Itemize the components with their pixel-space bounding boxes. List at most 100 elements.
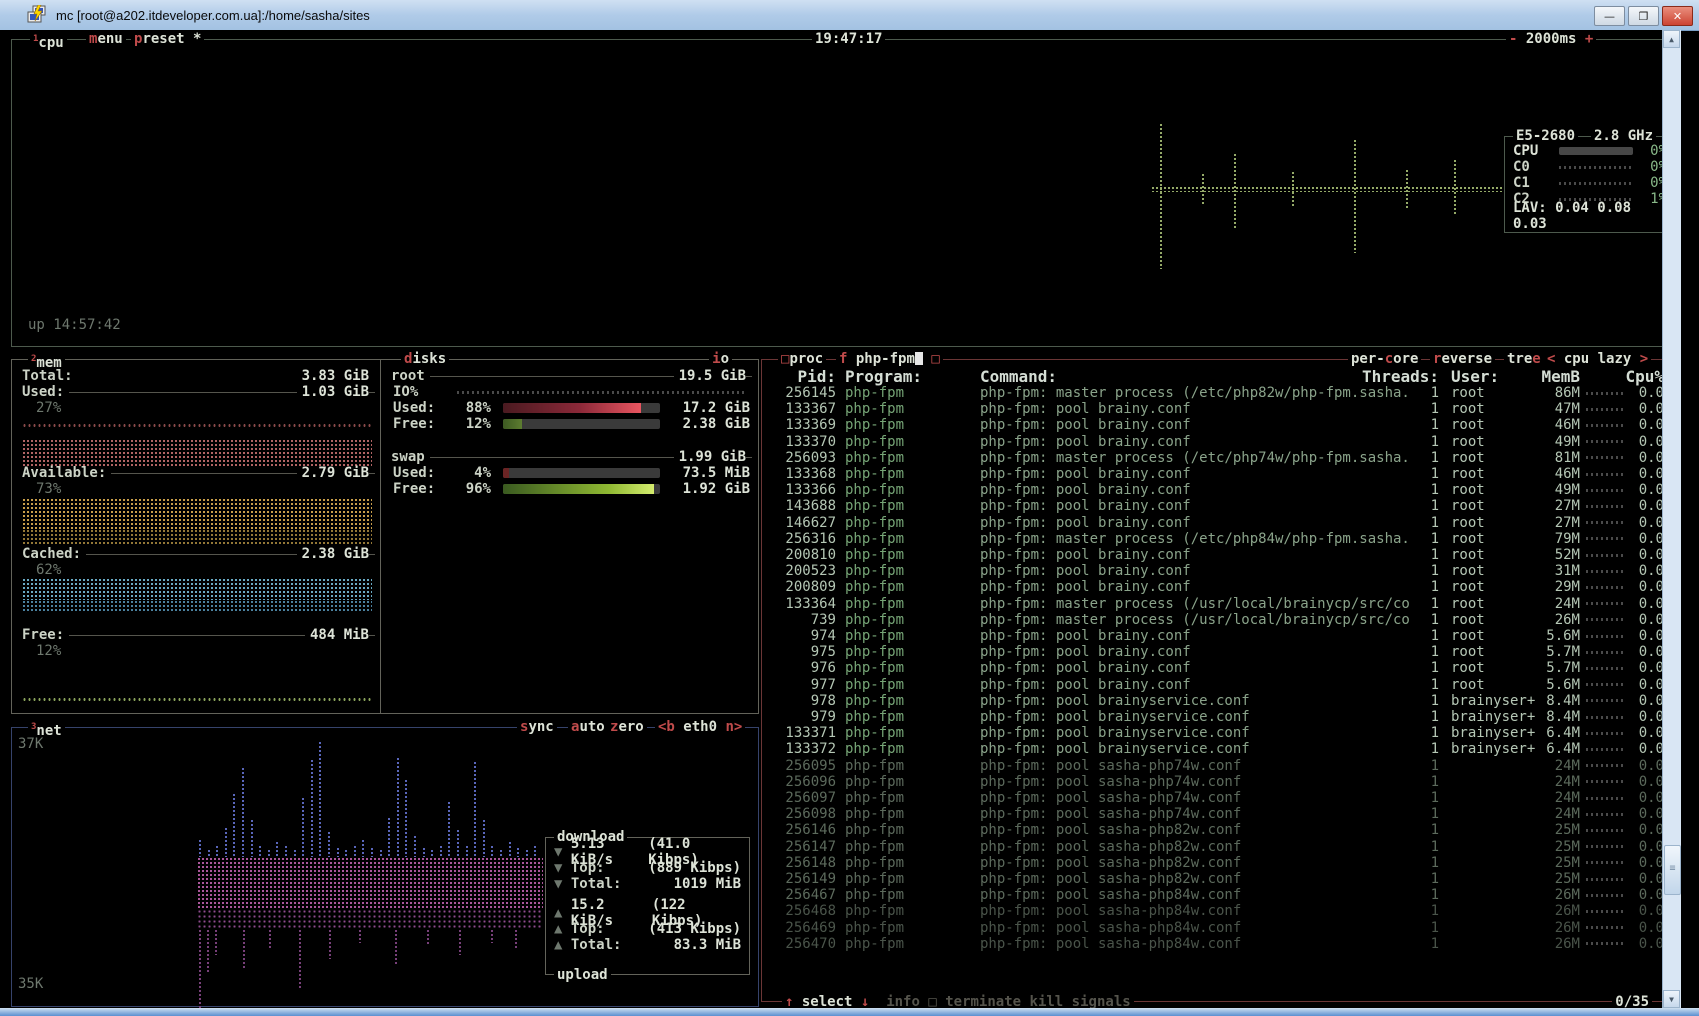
proc-row[interactable]: 976php-fpmphp-fpm: pool brainy.conf1root…	[770, 660, 1664, 676]
proc-table-header: Pid: Program: Command: Threads: User: Me…	[770, 368, 1664, 384]
proc-box: □proc f php-fpm □ per-core reverse tree …	[761, 359, 1677, 1002]
proc-row[interactable]: 978php-fpmphp-fpm: pool brainyservice.co…	[770, 693, 1664, 709]
filter-clear-button[interactable]: □	[931, 351, 939, 367]
proc-row[interactable]: 133370php-fpmphp-fpm: pool brainy.conf1r…	[770, 434, 1664, 450]
disk-root-used-row: Used:88% 17.2 GiB	[393, 400, 750, 416]
proc-row[interactable]: 256470php-fpmphp-fpm: pool sasha-php84w.…	[770, 936, 1664, 952]
proc-row[interactable]: 143688php-fpmphp-fpm: pool brainy.conf1r…	[770, 498, 1664, 514]
proc-row[interactable]: 133371php-fpmphp-fpm: pool brainyservice…	[770, 725, 1664, 741]
close-button[interactable]: ✕	[1662, 6, 1693, 26]
proc-row[interactable]: 256149php-fpmphp-fpm: pool sasha-php82w.…	[770, 871, 1664, 887]
mem-box[interactable]: 2mem Total:3.83 GiB Used:1.03 GiB 27% Av…	[11, 359, 382, 714]
proc-box-title[interactable]: □proc	[778, 351, 826, 367]
upload-arrow-icon: ▲	[554, 905, 562, 921]
mem-free-pct: 12%	[36, 643, 61, 659]
interval-control: - 2000ms +	[1506, 31, 1596, 47]
mem-cached-row: Cached:2.38 GiB	[22, 546, 375, 562]
proc-row[interactable]: 256468php-fpmphp-fpm: pool sasha-php84w.…	[770, 903, 1664, 919]
net-interface-switch[interactable]: <b eth0 n>	[655, 719, 745, 735]
proc-row[interactable]: 256469php-fpmphp-fpm: pool sasha-php84w.…	[770, 920, 1664, 936]
scroll-up-button[interactable]: ▲	[1663, 30, 1680, 48]
download-arrow-icon: ▼	[554, 844, 562, 860]
proc-row[interactable]: 256096php-fpmphp-fpm: pool sasha-php74w.…	[770, 774, 1664, 790]
reverse-toggle[interactable]: reverse	[1430, 351, 1495, 367]
load-average: LAV: 0.04 0.08 0.03	[1513, 200, 1667, 232]
proc-filter-input[interactable]: f php-fpm □	[836, 351, 943, 367]
proc-row[interactable]: 975php-fpmphp-fpm: pool brainy.conf1root…	[770, 644, 1664, 660]
percore-toggle[interactable]: per-core	[1348, 351, 1421, 367]
sort-right-arrow[interactable]: >	[1640, 351, 1648, 367]
window-bottom-border	[0, 1008, 1699, 1016]
titlebar[interactable]: mc [root@a202.itdeveloper.com.ua]:/home/…	[0, 0, 1699, 31]
sort-selector[interactable]: < cpu lazy >	[1544, 351, 1651, 367]
preset-button[interactable]: preset *	[131, 31, 204, 47]
proc-row[interactable]: 256095php-fpmphp-fpm: pool sasha-php74w.…	[770, 758, 1664, 774]
putty-app-icon	[26, 5, 48, 25]
terminal-area: 1cpu menu preset * 19:47:17 - 2000ms + E…	[0, 30, 1681, 1008]
menu-button[interactable]: menu	[86, 31, 126, 47]
proc-row[interactable]: 200809php-fpmphp-fpm: pool brainy.conf1r…	[770, 579, 1664, 595]
net-stats-box: download upload ▼ 5.13 KiB/s(41.0 Kibps)…	[545, 837, 750, 975]
proc-row[interactable]: 133372php-fpmphp-fpm: pool brainyservice…	[770, 741, 1664, 757]
proc-row[interactable]: 133368php-fpmphp-fpm: pool brainy.conf1r…	[770, 466, 1664, 482]
proc-row[interactable]: 133366php-fpmphp-fpm: pool brainy.conf1r…	[770, 482, 1664, 498]
proc-row[interactable]: 977php-fpmphp-fpm: pool brainy.conf1root…	[770, 677, 1664, 693]
mem-free-row: Free:484 MiB	[22, 627, 375, 643]
proc-row[interactable]: 979php-fpmphp-fpm: pool brainyservice.co…	[770, 709, 1664, 725]
mem-total-value: 3.83 GiB	[302, 368, 369, 384]
net-zero-toggle[interactable]: zero	[607, 719, 647, 735]
proc-row[interactable]: 256316php-fpmphp-fpm: master process (/e…	[770, 531, 1664, 547]
mem-cached-graph	[22, 578, 372, 600]
cpu-freq: 2.8 GHz	[1591, 128, 1656, 144]
tree-toggle[interactable]: tree	[1504, 351, 1544, 367]
minimize-button[interactable]: —	[1594, 6, 1625, 26]
proc-row[interactable]: 200810php-fpmphp-fpm: pool brainy.conf1r…	[770, 547, 1664, 563]
proc-row[interactable]: 256147php-fpmphp-fpm: pool sasha-php82w.…	[770, 839, 1664, 855]
mem-used-graph	[22, 439, 372, 468]
proc-row[interactable]: 200523php-fpmphp-fpm: pool brainy.conf1r…	[770, 563, 1664, 579]
proc-row[interactable]: 739php-fpmphp-fpm: master process (/usr/…	[770, 612, 1664, 628]
putty-window: mc [root@a202.itdeveloper.com.ua]:/home/…	[0, 0, 1699, 1016]
net-upload-graph	[197, 857, 543, 909]
proc-row[interactable]: 256148php-fpmphp-fpm: pool sasha-php82w.…	[770, 855, 1664, 871]
proc-row[interactable]: 133364php-fpmphp-fpm: master process (/u…	[770, 596, 1664, 612]
net-sync-toggle[interactable]: sync	[517, 719, 557, 735]
mem-total-label: Total:	[22, 368, 73, 384]
upload-title: upload	[554, 967, 611, 983]
text-cursor	[915, 352, 923, 365]
window-title: mc [root@a202.itdeveloper.com.ua]:/home/…	[56, 8, 370, 23]
proc-row[interactable]: 256467php-fpmphp-fpm: pool sasha-php84w.…	[770, 887, 1664, 903]
disks-io-toggle[interactable]: io	[709, 351, 732, 367]
sort-left-arrow[interactable]: <	[1547, 351, 1555, 367]
disks-box: disks io root19.5 GiB IO% Used:88% 17.2 …	[380, 359, 759, 714]
proc-row[interactable]: 133367php-fpmphp-fpm: pool brainy.conf1r…	[770, 401, 1664, 417]
proc-row[interactable]: 974php-fpmphp-fpm: pool brainy.conf1root…	[770, 628, 1664, 644]
net-auto-toggle[interactable]: auto	[568, 719, 608, 735]
mem-cached-pct: 62%	[36, 562, 61, 578]
mem-available-graph	[22, 498, 372, 529]
proc-row[interactable]: 256097php-fpmphp-fpm: pool sasha-php74w.…	[770, 790, 1664, 806]
mem-used-row: Used:1.03 GiB	[22, 384, 375, 400]
proc-row[interactable]: 146627php-fpmphp-fpm: pool brainy.conf1r…	[770, 515, 1664, 531]
disk-root-free-row: Free:12% 2.38 GiB	[393, 416, 750, 432]
cpu-meter-box: E5-2680 2.8 GHz CPU0% C00% C10% C21% LAV…	[1504, 136, 1676, 233]
cpu-box-title[interactable]: 1cpu	[30, 31, 67, 51]
proc-row[interactable]: 256145php-fpmphp-fpm: master process (/e…	[770, 385, 1664, 401]
scroll-thumb[interactable]	[1664, 845, 1681, 895]
net-scale-bottom: 35K	[18, 976, 43, 992]
cpu-box: 1cpu menu preset * 19:47:17 - 2000ms + E…	[11, 39, 1677, 347]
disk-swap-used-row: Used:4% 73.5 MiB	[393, 465, 750, 481]
interval-minus-button[interactable]: -	[1509, 31, 1517, 47]
proc-row[interactable]: 133369php-fpmphp-fpm: pool brainy.conf1r…	[770, 417, 1664, 433]
interval-plus-button[interactable]: +	[1585, 31, 1593, 47]
cpu-model: E5-2680	[1513, 128, 1578, 144]
maximize-button[interactable]: ❐	[1628, 6, 1659, 26]
proc-row[interactable]: 256098php-fpmphp-fpm: pool sasha-php74w.…	[770, 806, 1664, 822]
scrollbar[interactable]: ▲ ▼	[1662, 30, 1681, 1008]
disk-root-row: root19.5 GiB	[391, 368, 752, 384]
proc-row[interactable]: 256146php-fpmphp-fpm: pool sasha-php82w.…	[770, 822, 1664, 838]
disks-box-title: disks	[401, 351, 449, 367]
proc-row[interactable]: 256093php-fpmphp-fpm: master process (/e…	[770, 450, 1664, 466]
scroll-down-button[interactable]: ▼	[1663, 990, 1680, 1008]
disk-io-meter	[457, 391, 744, 394]
